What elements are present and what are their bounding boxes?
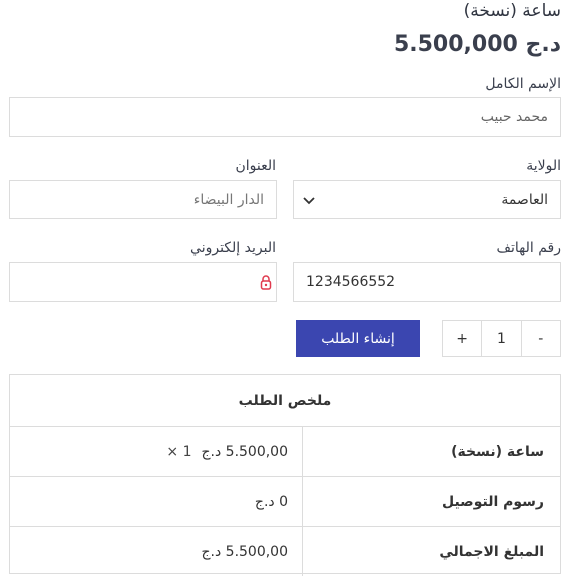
state-value: العاصمة <box>501 191 548 208</box>
full-name-label: الإسم الكامل <box>485 76 561 92</box>
summary-label: المبلغ الاجمالي <box>302 527 560 576</box>
lock-icon <box>260 275 272 294</box>
phone-input[interactable]: 1234566552 <box>293 262 561 302</box>
summary-title: ملخص الطلب <box>10 375 560 427</box>
create-order-button[interactable]: إنشاء الطلب <box>296 320 420 357</box>
summary-label: رسوم التوصيل <box>302 477 560 526</box>
email-label: البريد إلكتروني <box>190 240 276 256</box>
summary-row-product: ساعة (نسخة) 5.500,00 د.ج × 1 <box>10 427 560 477</box>
chevron-down-icon <box>302 193 316 211</box>
summary-value: 0 د.ج <box>254 493 288 510</box>
qty-minus-button[interactable]: - <box>520 321 560 356</box>
product-title: ساعة (نسخة) <box>463 1 561 21</box>
order-summary: ملخص الطلب ساعة (نسخة) 5.500,00 د.ج × 1 … <box>9 374 561 576</box>
summary-value: 5.500,00 د.ج <box>201 443 288 460</box>
full-name-value: محمد حبيب <box>480 109 548 125</box>
quantity-stepper[interactable]: + 1 - <box>442 320 561 357</box>
summary-value: 5.500,00 د.ج <box>201 543 288 560</box>
product-price: 5.500,000 د.ج <box>393 32 561 57</box>
qty-value[interactable]: 1 <box>481 321 520 356</box>
phone-label: رقم الهاتف <box>496 240 561 256</box>
phone-value: 1234566552 <box>306 274 396 290</box>
summary-row-shipping: رسوم التوصيل 0 د.ج <box>10 477 560 527</box>
state-label: الولاية <box>526 158 561 174</box>
full-name-input[interactable]: محمد حبيب <box>9 97 561 137</box>
qty-plus-button[interactable]: + <box>443 321 481 356</box>
summary-multiplier: × 1 <box>166 443 192 460</box>
state-select[interactable]: العاصمة <box>293 180 561 219</box>
email-input[interactable] <box>9 262 277 302</box>
address-label: العنوان <box>235 158 276 174</box>
summary-row-total: المبلغ الاجمالي 5.500,00 د.ج <box>10 527 560 576</box>
address-value: الدار البيضاء <box>193 191 264 208</box>
address-input[interactable]: الدار البيضاء <box>9 180 277 219</box>
summary-label: ساعة (نسخة) <box>302 427 560 476</box>
